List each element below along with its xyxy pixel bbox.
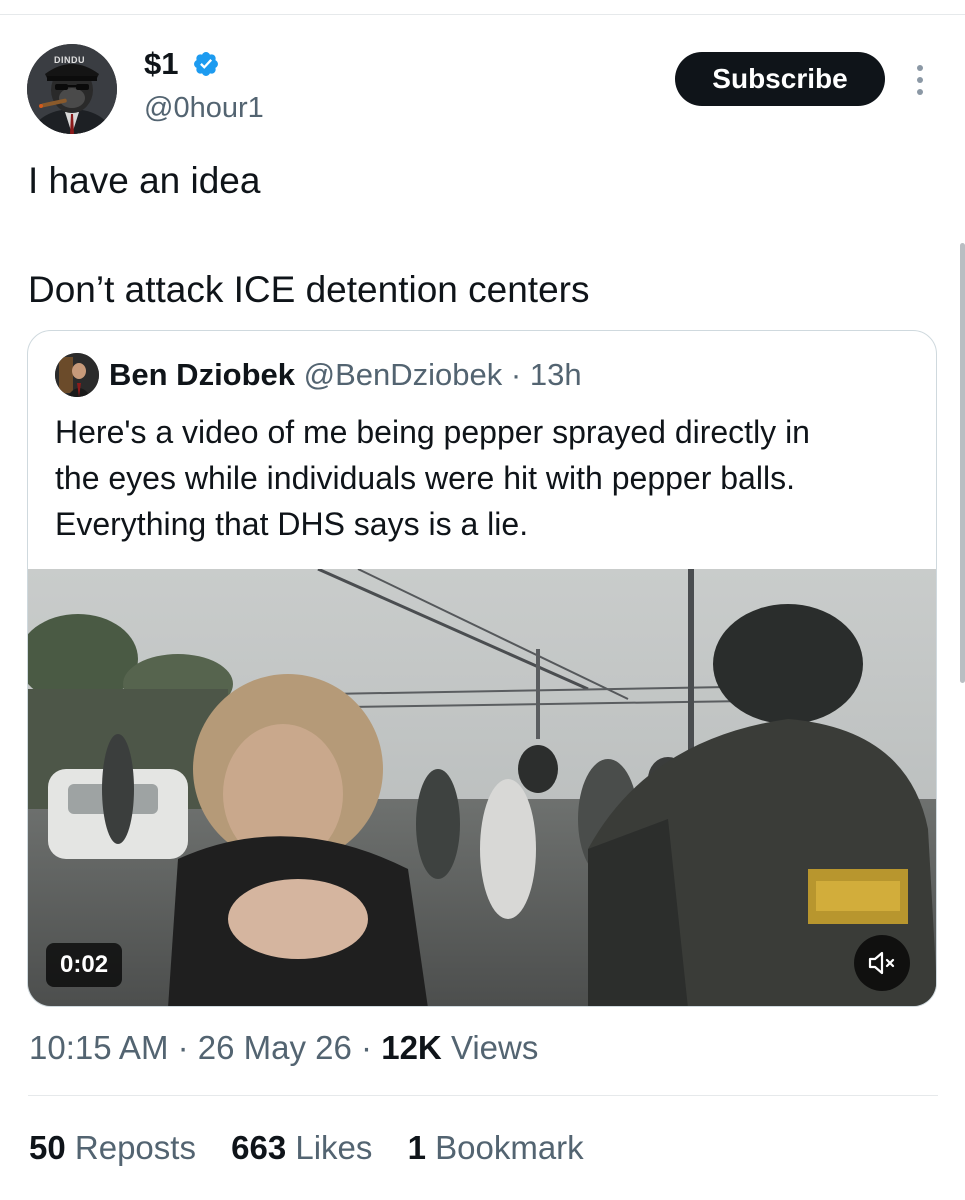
author-handle[interactable]: @0hour1 — [144, 90, 264, 126]
quoted-text-line: Here's a video of me being pepper spraye… — [55, 414, 810, 450]
reposts-count: 50 — [29, 1129, 66, 1166]
tweet-meta-row: 10:15 AM · 26 May 26 · 12K Views — [29, 1027, 538, 1069]
speaker-muted-icon — [868, 951, 895, 975]
scrollbar[interactable] — [960, 243, 965, 683]
subscribe-button[interactable]: Subscribe — [675, 52, 885, 106]
video-duration-badge: 0:02 — [46, 943, 123, 987]
quoted-header: Ben Dziobek @BenDziobek · 13h — [109, 355, 582, 395]
more-options-icon[interactable] — [912, 62, 928, 98]
likes-count: 663 — [231, 1129, 287, 1166]
tweet-text-line: I have an idea — [28, 160, 261, 201]
avatar-hat-text: DINDU — [54, 55, 85, 65]
quoted-text-line: Everything that DHS says is a lie. — [55, 506, 529, 542]
author-display-name[interactable]: $1 — [144, 44, 178, 84]
quoted-author-name[interactable]: Ben Dziobek — [109, 357, 295, 392]
meta-separator: · — [177, 1029, 189, 1066]
quoted-author-avatar[interactable] — [55, 353, 99, 397]
author-avatar[interactable]: DINDU — [27, 44, 117, 134]
reposts-label: Reposts — [74, 1129, 196, 1166]
quoted-avatar-image — [55, 353, 99, 397]
views-label[interactable]: Views — [451, 1029, 538, 1066]
video-frame — [28, 569, 936, 1006]
tweet-time[interactable]: 10:15 AM — [29, 1029, 168, 1066]
mute-button[interactable] — [854, 935, 910, 991]
quoted-tweet-card[interactable]: Ben Dziobek @BenDziobek · 13h Here's a v… — [27, 330, 937, 1007]
quoted-tweet-text: Here's a video of me being pepper spraye… — [55, 409, 925, 547]
bookmarks-count: 1 — [407, 1129, 426, 1166]
verified-badge-icon — [194, 52, 218, 76]
quoted-author-handle[interactable]: @BenDziobek — [304, 357, 503, 392]
engagement-stats: 50 Reposts 663 Likes 1 Bookmark — [29, 1127, 610, 1169]
top-divider — [0, 14, 965, 15]
bookmarks-stat[interactable]: 1 Bookmark — [408, 1127, 584, 1169]
quoted-separator: · — [510, 357, 522, 392]
tweet-date[interactable]: 26 May 26 — [198, 1029, 352, 1066]
views-count[interactable]: 12K — [381, 1029, 442, 1066]
quoted-text-line: the eyes while individuals were hit with… — [55, 460, 795, 496]
tweet-text-line: Don’t attack ICE detention centers — [28, 269, 590, 310]
bookmarks-label: Bookmark — [435, 1129, 584, 1166]
stats-divider — [28, 1095, 938, 1096]
likes-stat[interactable]: 663 Likes — [231, 1127, 372, 1169]
quoted-timestamp[interactable]: 13h — [530, 357, 582, 392]
meta-separator: · — [361, 1029, 373, 1066]
video-player[interactable]: 0:02 — [28, 569, 936, 1006]
likes-label: Likes — [295, 1129, 373, 1166]
reposts-stat[interactable]: 50 Reposts — [29, 1127, 196, 1169]
